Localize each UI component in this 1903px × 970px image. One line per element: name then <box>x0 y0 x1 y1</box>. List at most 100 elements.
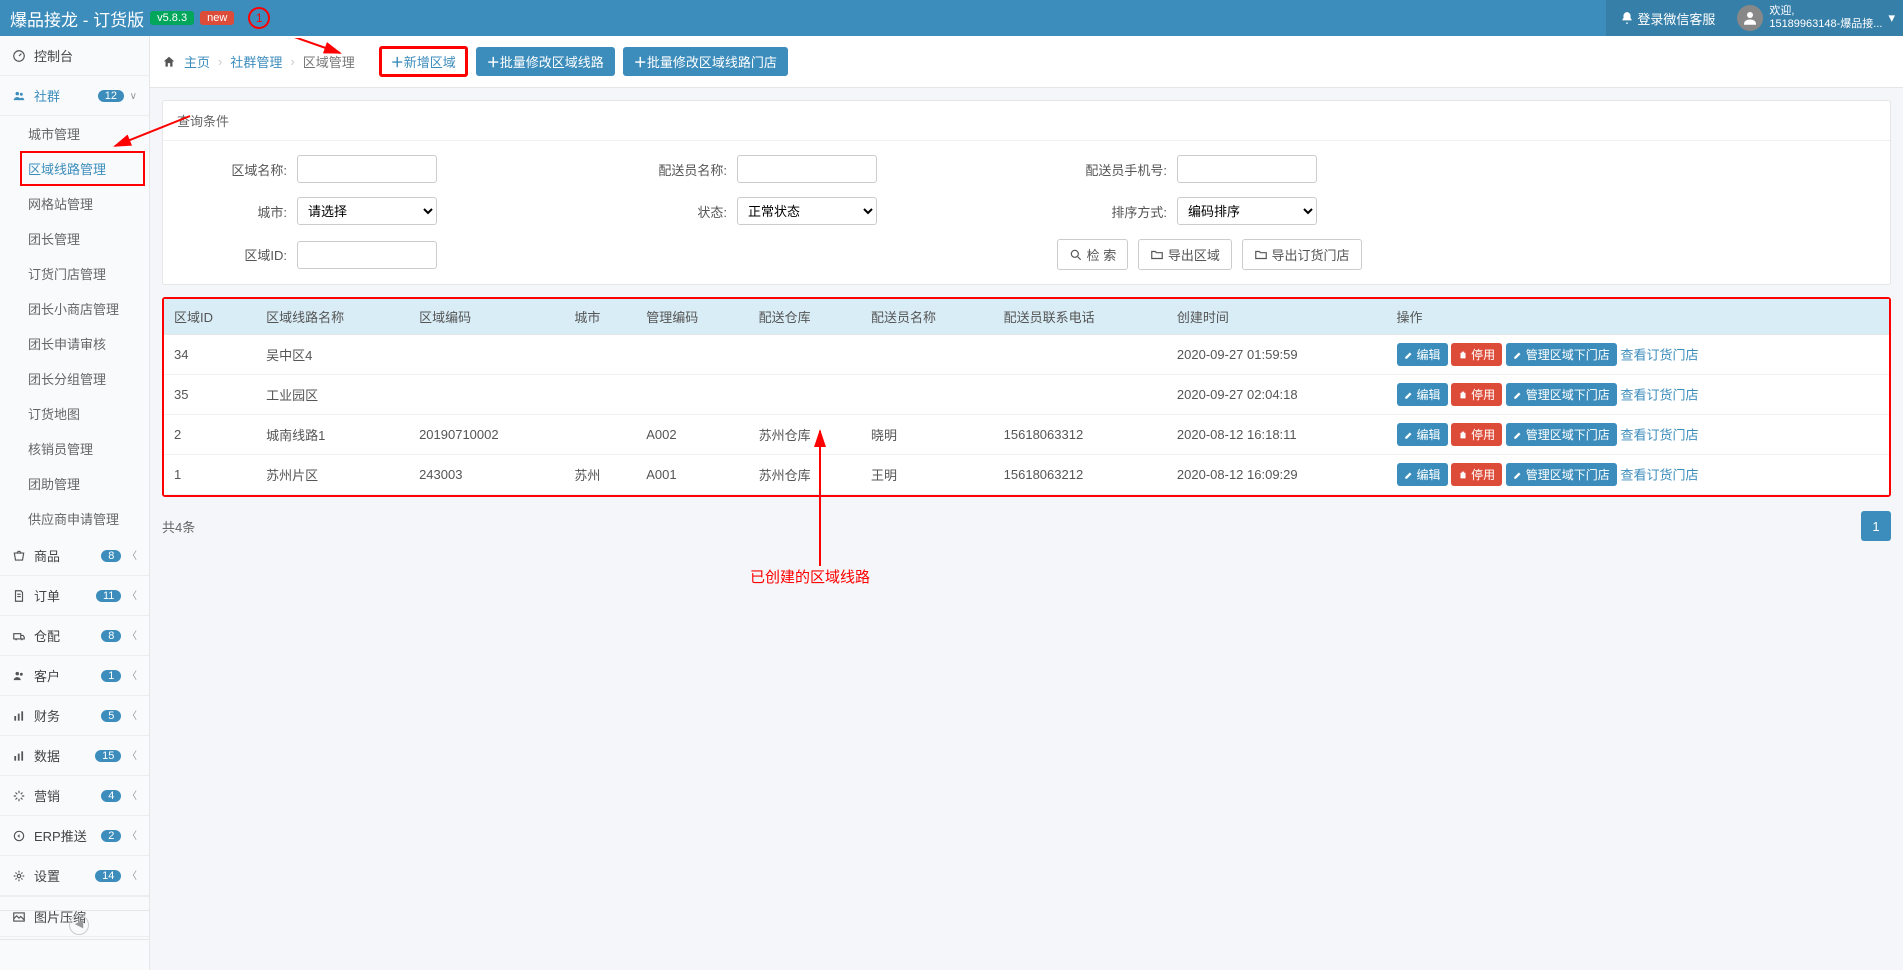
sidebar-sub-item[interactable]: 团长小商店管理 <box>0 291 149 326</box>
table-cell <box>861 335 994 375</box>
area-name-input[interactable] <box>297 155 437 183</box>
sidebar-item[interactable]: ERP推送2 〈 <box>0 816 149 856</box>
table-cell <box>564 415 636 455</box>
status-select[interactable]: 正常状态 <box>737 197 877 225</box>
version-badge: v5.8.3 <box>150 11 194 25</box>
sidebar-item[interactable]: 商品8 〈 <box>0 536 149 576</box>
label-courier-phone: 配送员手机号: <box>1057 160 1167 179</box>
table-cell <box>409 375 564 415</box>
table-cell: 2 <box>164 415 256 455</box>
pencil-icon <box>1513 350 1523 360</box>
sidebar-sub-item[interactable]: 区域线路管理 <box>20 151 145 186</box>
edit-button[interactable]: 编辑 <box>1397 383 1448 406</box>
dashboard-icon <box>12 49 26 63</box>
edit-button[interactable]: 编辑 <box>1397 343 1448 366</box>
manage-stores-button[interactable]: 管理区域下门店 <box>1506 383 1617 406</box>
action-cell: 编辑 停用 管理区域下门店 查看订货门店 <box>1387 455 1889 495</box>
add-area-button[interactable]: ＋新增区域 <box>379 46 468 77</box>
view-stores-link[interactable]: 查看订货门店 <box>1620 348 1698 363</box>
sidebar-sub-item[interactable]: 网格站管理 <box>0 186 149 221</box>
table-cell <box>749 375 861 415</box>
table-cell: 35 <box>164 375 256 415</box>
sidebar-collapse-row: ◀ <box>0 910 149 940</box>
table-cell <box>994 335 1167 375</box>
column-header: 配送仓库 <box>749 299 861 335</box>
table-cell: 苏州片区 <box>256 455 409 495</box>
batch-edit-route-button[interactable]: ＋批量修改区域线路 <box>476 47 615 76</box>
view-stores-link[interactable]: 查看订货门店 <box>1620 388 1698 403</box>
filter-panel-title: 查询条件 <box>163 101 1890 141</box>
collapse-button[interactable]: ◀ <box>69 915 89 935</box>
sidebar-sub-item[interactable]: 团长管理 <box>0 221 149 256</box>
menu-icon <box>12 749 26 763</box>
sidebar-item[interactable]: 订单11 〈 <box>0 576 149 616</box>
export-area-button[interactable]: 导出区域 <box>1138 239 1232 270</box>
label-area-id: 区域ID: <box>177 245 287 264</box>
chevron-left-icon: 〈 <box>127 751 137 762</box>
disable-button[interactable]: 停用 <box>1451 383 1502 406</box>
sidebar-item[interactable]: 仓配8 〈 <box>0 616 149 656</box>
sidebar-sub-item[interactable]: 团助管理 <box>0 466 149 501</box>
sidebar-item[interactable]: 客户1 〈 <box>0 656 149 696</box>
column-header: 配送员名称 <box>861 299 994 335</box>
sidebar-sub-item[interactable]: 订货地图 <box>0 396 149 431</box>
export-store-button[interactable]: 导出订货门店 <box>1242 239 1362 270</box>
sidebar-sub-item[interactable]: 团长分组管理 <box>0 361 149 396</box>
edit-button[interactable]: 编辑 <box>1397 423 1448 446</box>
table-cell: 吴中区4 <box>256 335 409 375</box>
courier-name-input[interactable] <box>737 155 877 183</box>
table-cell: A002 <box>636 415 748 455</box>
user-menu[interactable]: 欢迎,15189963148-爆品接... ▾ <box>1729 0 1903 36</box>
sidebar-sub-item[interactable]: 供应商申请管理 <box>0 501 149 536</box>
view-stores-link[interactable]: 查看订货门店 <box>1620 468 1698 483</box>
view-stores-link[interactable]: 查看订货门店 <box>1620 428 1698 443</box>
sidebar-item[interactable]: 财务5 〈 <box>0 696 149 736</box>
badge: 11 <box>96 590 121 602</box>
menu-icon <box>12 669 26 683</box>
table-cell: 城南线路1 <box>256 415 409 455</box>
area-id-input[interactable] <box>297 241 437 269</box>
pencil-icon <box>1404 350 1414 360</box>
table-cell: 苏州仓库 <box>749 415 861 455</box>
manage-stores-button[interactable]: 管理区域下门店 <box>1506 463 1617 486</box>
label-city: 城市: <box>177 202 287 221</box>
sidebar-item-console[interactable]: 控制台 <box>0 36 149 76</box>
sidebar-sub-item[interactable]: 订货门店管理 <box>0 256 149 291</box>
table-cell: 15618063312 <box>994 415 1167 455</box>
sidebar-sub-item[interactable]: 城市管理 <box>0 116 149 151</box>
badge: 12 <box>98 90 124 102</box>
disable-button[interactable]: 停用 <box>1451 343 1502 366</box>
table-cell: 2020-08-12 16:09:29 <box>1167 455 1387 495</box>
sidebar-sub-item[interactable]: 团长申请审核 <box>0 326 149 361</box>
crumb-home[interactable]: 主页 <box>184 52 210 71</box>
disable-button[interactable]: 停用 <box>1451 423 1502 446</box>
sidebar-item-community[interactable]: 社群 12 ∨ <box>0 76 149 116</box>
city-select[interactable]: 请选择 <box>297 197 437 225</box>
login-wechat-cs-button[interactable]: 登录微信客服 <box>1606 0 1730 36</box>
trash-icon <box>1458 390 1468 400</box>
page-1-button[interactable]: 1 <box>1861 511 1891 541</box>
batch-edit-store-button[interactable]: ＋批量修改区域线路门店 <box>623 47 788 76</box>
search-button[interactable]: 检 索 <box>1057 239 1128 270</box>
edit-button[interactable]: 编辑 <box>1397 463 1448 486</box>
table-cell: A001 <box>636 455 748 495</box>
crumb-area: 区域管理 <box>303 52 355 71</box>
sort-select[interactable]: 编码排序 <box>1177 197 1317 225</box>
manage-stores-button[interactable]: 管理区域下门店 <box>1506 343 1617 366</box>
sidebar-item[interactable]: 营销4 〈 <box>0 776 149 816</box>
chevron-left-icon: 〈 <box>127 631 137 642</box>
table-cell <box>636 335 748 375</box>
crumb-community[interactable]: 社群管理 <box>230 52 282 71</box>
label-courier-name: 配送员名称: <box>617 160 727 179</box>
manage-stores-button[interactable]: 管理区域下门店 <box>1506 423 1617 446</box>
sidebar-sub-item[interactable]: 核销员管理 <box>0 431 149 466</box>
user-text: 欢迎,15189963148-爆品接... <box>1769 5 1882 30</box>
pagination: 1 <box>1861 511 1891 541</box>
folder-icon <box>1254 248 1268 262</box>
sidebar-item[interactable]: 设置14 〈 <box>0 856 149 896</box>
sidebar-item[interactable]: 数据15 〈 <box>0 736 149 776</box>
chevron-left-icon: 〈 <box>127 671 137 682</box>
pencil-icon <box>1513 390 1523 400</box>
courier-phone-input[interactable] <box>1177 155 1317 183</box>
disable-button[interactable]: 停用 <box>1451 463 1502 486</box>
